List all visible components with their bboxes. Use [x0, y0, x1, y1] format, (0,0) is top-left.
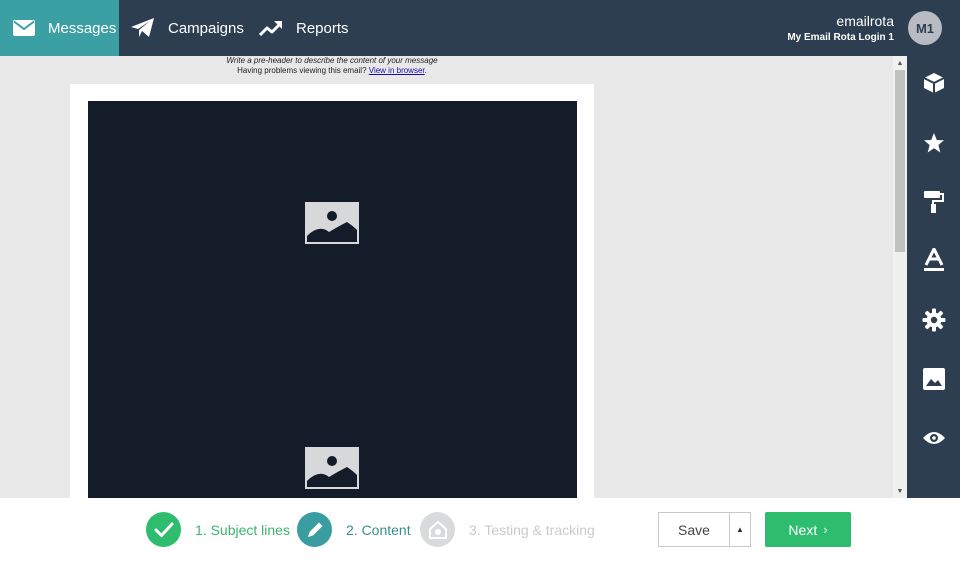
paper-plane-icon [131, 18, 154, 37]
save-dropdown-button[interactable]: ▲ [729, 512, 751, 547]
next-button[interactable]: Next › [765, 512, 851, 547]
preheader: Write a pre-header to describe the conte… [70, 56, 594, 76]
pencil-icon [297, 512, 332, 547]
step-subject-lines-label: 1. Subject lines [195, 521, 290, 538]
account-login: My Email Rota Login 1 [787, 32, 894, 43]
top-navigation-bar: Messages Campaigns Reports emailrota My … [0, 0, 960, 56]
cube-icon[interactable] [907, 63, 960, 103]
caret-up-icon: ▲ [736, 525, 744, 534]
view-in-browser-link[interactable]: View in browser [369, 66, 425, 75]
envelope-icon [13, 20, 35, 36]
scroll-up-arrow-icon[interactable]: ▲ [893, 56, 907, 70]
email-body[interactable] [70, 84, 594, 498]
step-content[interactable]: 2. Content [297, 512, 411, 547]
image-icon[interactable] [907, 359, 960, 399]
nav-reports-label: Reports [296, 19, 349, 37]
checkmark-icon [146, 512, 181, 547]
scroll-down-arrow-icon[interactable]: ▼ [893, 484, 907, 498]
nav-campaigns[interactable]: Campaigns [131, 0, 244, 56]
nav-reports[interactable]: Reports [259, 0, 349, 56]
scroll-thumb[interactable] [895, 70, 905, 252]
nav-campaigns-label: Campaigns [168, 19, 244, 37]
view-problem-text: Having problems viewing this email? [237, 66, 367, 75]
account-name: emailrota [836, 13, 894, 29]
step-testing-tracking-label: 3. Testing & tracking [469, 521, 595, 538]
view-browser-line: Having problems viewing this email? View… [237, 66, 427, 75]
vertical-scrollbar[interactable]: ▲ ▼ [893, 56, 907, 498]
testing-house-icon [420, 512, 455, 547]
account-info[interactable]: emailrota My Email Rota Login 1 [787, 13, 894, 45]
avatar[interactable]: M1 [908, 11, 942, 45]
star-icon[interactable] [907, 123, 960, 163]
gear-icon[interactable] [907, 300, 960, 340]
image-placeholder-icon[interactable] [305, 447, 359, 489]
paint-roller-icon[interactable] [907, 182, 960, 222]
next-button-label: Next [788, 521, 818, 538]
chevron-right-icon: › [823, 522, 828, 537]
step-content-label: 2. Content [346, 521, 411, 538]
tool-sidebar [907, 56, 960, 498]
text-color-icon[interactable] [907, 240, 960, 280]
step-testing-tracking[interactable]: 3. Testing & tracking [420, 512, 595, 547]
eye-icon[interactable] [907, 418, 960, 458]
nav-messages-label: Messages [48, 19, 117, 37]
preheader-hint[interactable]: Write a pre-header to describe the conte… [70, 56, 594, 66]
save-button[interactable]: Save [658, 512, 730, 547]
step-subject-lines[interactable]: 1. Subject lines [146, 512, 290, 547]
trending-up-icon [259, 21, 283, 36]
nav-messages[interactable]: Messages [0, 0, 119, 56]
email-image-block[interactable] [88, 101, 577, 498]
wizard-footer: 1. Subject lines 2. Content 3. Testing &… [0, 498, 960, 561]
image-placeholder-icon[interactable] [305, 202, 359, 244]
editor-canvas: Write a pre-header to describe the conte… [0, 56, 893, 498]
